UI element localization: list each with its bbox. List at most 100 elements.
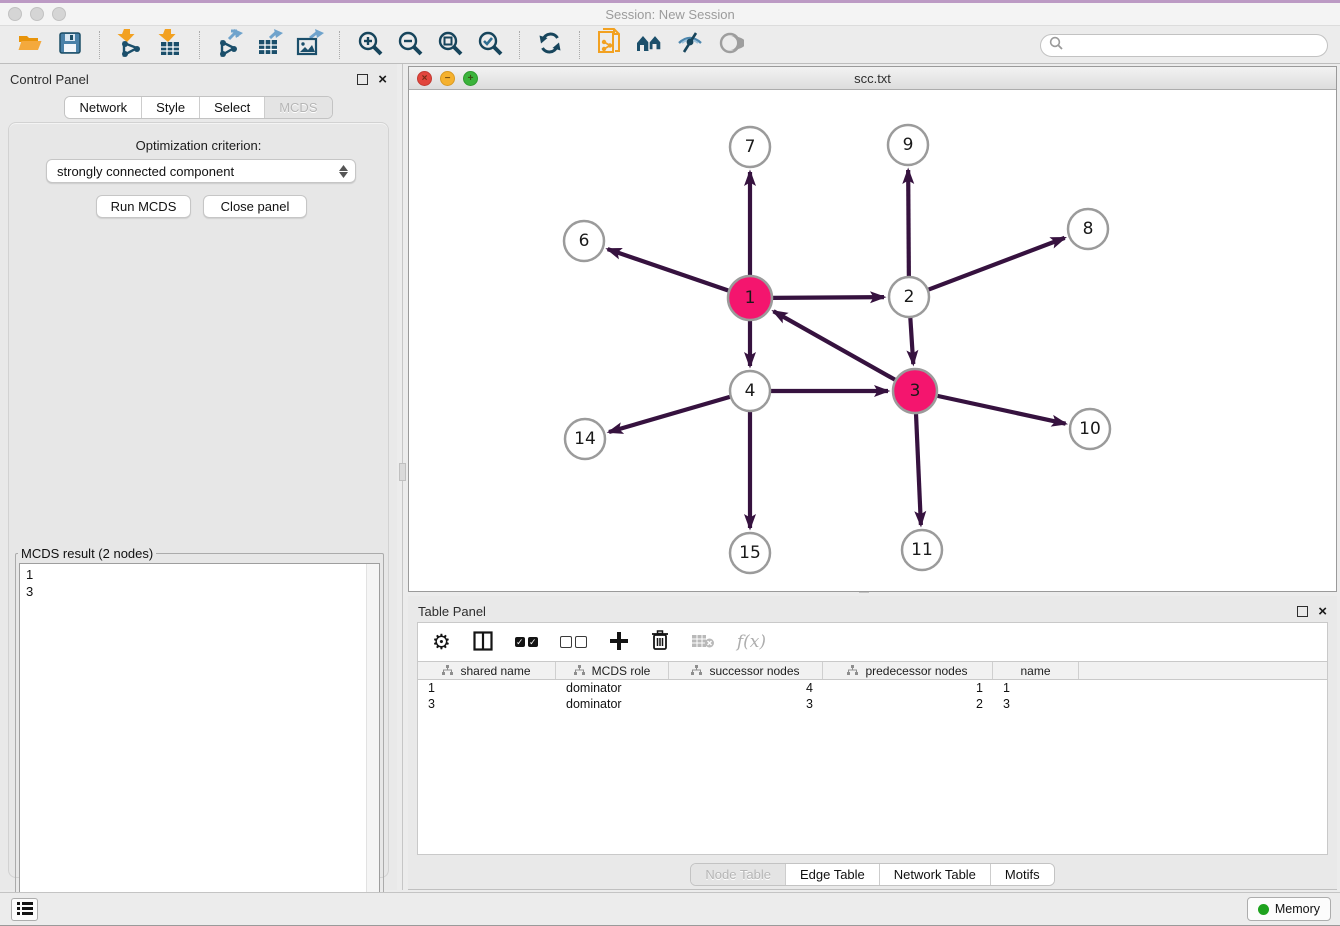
close-panel-icon[interactable]: ×	[1318, 607, 1327, 616]
import-table-icon	[158, 29, 182, 60]
import-network-button[interactable]	[113, 29, 147, 61]
select-all-button[interactable]: ✓✓	[515, 629, 538, 655]
graph-edge-3-1[interactable]	[774, 311, 895, 379]
tab-mcds[interactable]: MCDS	[265, 97, 331, 118]
graph-node-4[interactable]: 4	[730, 371, 770, 411]
graph-edge-4-14[interactable]	[609, 397, 730, 432]
vertical-splitter-grip[interactable]	[399, 463, 406, 481]
tab-style[interactable]: Style	[142, 97, 200, 118]
zoom-in-button[interactable]	[353, 29, 387, 61]
graph-node-1[interactable]: 1	[728, 276, 772, 320]
cell-mcds-role[interactable]: dominator	[556, 697, 669, 711]
export-network-button[interactable]	[213, 29, 247, 61]
hide-details-button[interactable]	[673, 29, 707, 61]
split-panel-button[interactable]	[473, 629, 493, 655]
network-canvas[interactable]: 7 9 6 8 1 2 4 3 14 10 15 11	[409, 90, 1336, 591]
add-column-button[interactable]	[609, 629, 629, 655]
mcds-result-textarea[interactable]: 1 3	[19, 563, 380, 918]
zoom-out-button[interactable]	[393, 29, 427, 61]
criterion-select[interactable]: strongly connected component	[46, 159, 356, 183]
graph-node-9[interactable]: 9	[888, 125, 928, 165]
open-file-button[interactable]	[13, 29, 47, 61]
deselect-all-button[interactable]	[560, 629, 587, 655]
cell-successor-nodes[interactable]: 3	[669, 697, 823, 711]
memory-label: Memory	[1275, 902, 1320, 916]
search-input[interactable]	[1067, 36, 1327, 56]
graph-edge-1-2[interactable]	[773, 297, 884, 298]
zoom-selected-icon	[477, 30, 503, 59]
column-header-shared-name[interactable]: shared name	[418, 662, 556, 679]
graph-node-10[interactable]: 10	[1070, 409, 1110, 449]
network-window-titlebar[interactable]: × − + scc.txt	[409, 67, 1336, 90]
delete-column-button[interactable]	[651, 629, 669, 655]
graph-node-3[interactable]: 3	[893, 369, 937, 413]
delete-table-button-disabled	[691, 629, 715, 655]
tab-select[interactable]: Select	[200, 97, 265, 118]
show-graphics-details-button[interactable]	[713, 29, 747, 61]
table-row: 3 dominator 3 2 3	[418, 696, 1327, 712]
float-panel-icon[interactable]	[357, 74, 368, 85]
export-image-button[interactable]	[293, 29, 327, 61]
mcds-panel: Optimization criterion: strongly connect…	[8, 122, 389, 878]
tab-network-table[interactable]: Network Table	[880, 864, 991, 885]
import-table-button[interactable]	[153, 29, 187, 61]
table-panel: Table Panel × ⚙ ✓✓ f(x) shared name MCDS…	[408, 596, 1337, 890]
document-network-icon	[597, 28, 623, 61]
tab-network[interactable]: Network	[65, 97, 142, 118]
cell-successor-nodes[interactable]: 4	[669, 681, 823, 695]
table-settings-button[interactable]: ⚙	[432, 629, 451, 655]
graph-edge-2-9[interactable]	[908, 170, 909, 276]
fx-icon: f(x)	[737, 632, 766, 652]
cell-predecessor-nodes[interactable]: 2	[823, 697, 993, 711]
nested-networks-button[interactable]	[633, 29, 667, 61]
graph-edge-2-3[interactable]	[910, 318, 913, 364]
column-header-predecessor-nodes[interactable]: predecessor nodes	[823, 662, 993, 679]
cell-shared-name[interactable]: 1	[418, 681, 556, 695]
graph-node-8[interactable]: 8	[1068, 209, 1108, 249]
graph-edge-1-6[interactable]	[608, 249, 729, 290]
export-table-icon	[257, 29, 283, 60]
column-header-name[interactable]: name	[993, 662, 1079, 679]
graph-node-14[interactable]: 14	[565, 419, 605, 459]
new-network-from-selection-button[interactable]	[593, 29, 627, 61]
zoom-fit-button[interactable]	[433, 29, 467, 61]
plus-icon	[609, 631, 629, 654]
graph-node-11[interactable]: 11	[902, 530, 942, 570]
save-session-button[interactable]	[53, 29, 87, 61]
close-panel-icon[interactable]: ×	[378, 75, 387, 84]
node-table-block: ⚙ ✓✓ f(x) shared name MCDS role successo…	[417, 622, 1328, 855]
cell-name[interactable]: 3	[993, 697, 1079, 711]
column-header-successor-nodes[interactable]: successor nodes	[669, 662, 823, 679]
zoom-selected-button[interactable]	[473, 29, 507, 61]
graph-node-2[interactable]: 2	[889, 277, 929, 317]
select-chevrons-icon	[339, 165, 348, 178]
graph-node-15[interactable]: 15	[730, 533, 770, 573]
refresh-view-button[interactable]	[533, 29, 567, 61]
save-icon	[58, 31, 82, 58]
cell-name[interactable]: 1	[993, 681, 1079, 695]
scrollbar-track[interactable]	[366, 564, 379, 917]
graph-node-label: 10	[1079, 419, 1101, 439]
graph-edge-3-10[interactable]	[937, 396, 1065, 424]
toolbar-separator	[339, 31, 341, 59]
tab-node-table[interactable]: Node Table	[691, 864, 786, 885]
zoom-out-icon	[397, 30, 423, 59]
cell-mcds-role[interactable]: dominator	[556, 681, 669, 695]
network-title: scc.txt	[409, 71, 1336, 86]
toolbar-separator	[519, 31, 521, 59]
tab-edge-table[interactable]: Edge Table	[786, 864, 880, 885]
graph-node-7[interactable]: 7	[730, 127, 770, 167]
export-table-button[interactable]	[253, 29, 287, 61]
cell-predecessor-nodes[interactable]: 1	[823, 681, 993, 695]
graph-edge-2-8[interactable]	[929, 238, 1065, 290]
task-history-button[interactable]	[11, 898, 38, 921]
float-panel-icon[interactable]	[1297, 606, 1308, 617]
run-mcds-button[interactable]: Run MCDS	[96, 195, 191, 218]
column-header-mcds-role[interactable]: MCDS role	[556, 662, 669, 679]
cell-shared-name[interactable]: 3	[418, 697, 556, 711]
tab-motifs[interactable]: Motifs	[991, 864, 1054, 885]
close-panel-button[interactable]: Close panel	[203, 195, 307, 218]
graph-edge-3-11[interactable]	[916, 414, 921, 525]
graph-node-6[interactable]: 6	[564, 221, 604, 261]
memory-button[interactable]: Memory	[1247, 897, 1331, 921]
